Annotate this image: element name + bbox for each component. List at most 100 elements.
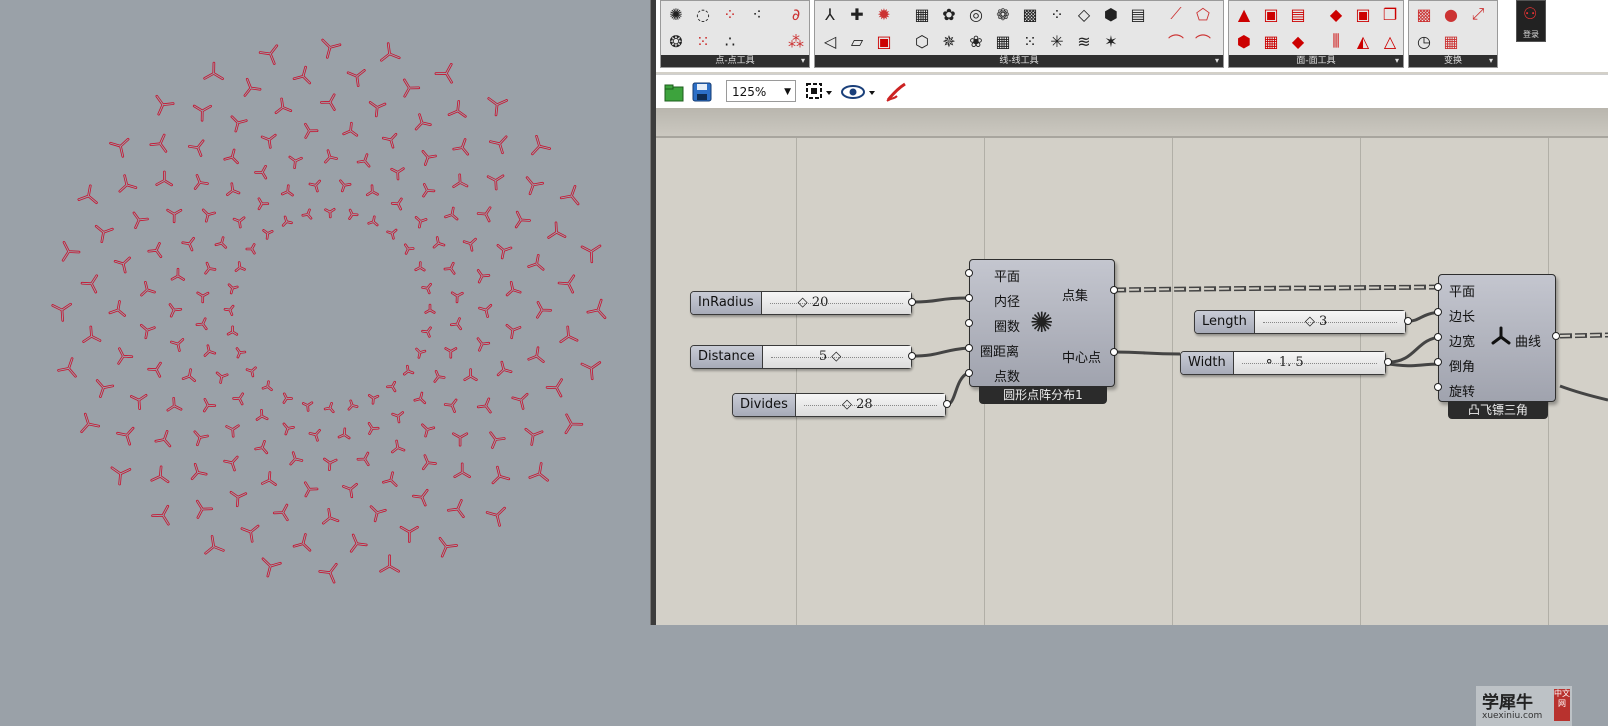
pyramid-icon[interactable]: ◭ [1352,30,1374,52]
diamond-outline-icon[interactable]: ◇ [1073,3,1095,25]
slider-track[interactable]: ◇ 20 [761,292,911,314]
port-in-width[interactable] [1434,333,1442,341]
tri-star-icon[interactable]: ⅄ [819,3,841,25]
flower-icon[interactable]: ❀ [965,30,987,52]
cross-square-icon[interactable]: ▣ [1260,3,1282,25]
frame-icon[interactable]: ▣ [1352,3,1374,25]
circle-grid-icon[interactable]: ⁙ [1019,30,1041,52]
corner-points-icon[interactable]: ∴ [719,30,741,52]
rosette-icon[interactable]: ✿ [938,3,960,25]
divides-slider[interactable]: Divides ◇ 28 [732,393,946,417]
port-in-rings[interactable] [965,319,973,327]
dot-diamond-icon[interactable]: ⁘ [1046,3,1068,25]
move-icon[interactable]: ⤢ [1467,3,1489,25]
ribbon-panel-point: ✺ ◌ ⁘ ⁖ ∂ ❂ ⁙ ∴ ⁂ 点-点工具 ▾ [660,0,810,68]
width-slider[interactable]: Width ⚬ 1. 5 [1180,351,1386,375]
port-in-plane-2[interactable] [1434,283,1442,291]
tri-shape-component[interactable]: 平面 边长 边宽 倒角 旋转 曲线 [1438,274,1556,402]
star-icon[interactable]: ✶ [1100,30,1122,52]
input-rings: 圈数 [994,320,1021,335]
save-file-icon[interactable] [690,80,714,104]
branch-icon[interactable]: ⟋ [1165,3,1187,25]
circle-array-component[interactable]: 平面 内径 圈数 圈距离 点数 点集 中心点 ✺ [969,259,1115,387]
dense-circle-icon[interactable]: ❂ [665,30,687,52]
preview-eye-icon[interactable] [840,80,880,104]
clock-icon[interactable]: ◷ [1413,30,1435,52]
port-in-fillet[interactable] [1434,358,1442,366]
slider-name: InRadius [691,292,762,314]
distance-output-port[interactable] [908,352,916,360]
rings-icon[interactable]: ◎ [965,3,987,25]
cross-icon[interactable]: ✚ [846,3,868,25]
lattice-icon[interactable]: ▦ [992,30,1014,52]
web-icon[interactable]: ✳ [1046,30,1068,52]
distance-slider[interactable]: Distance 5 ◇ [690,345,912,369]
slider-track[interactable]: ◇ 28 [795,394,945,416]
brick-icon[interactable]: ▤ [1287,3,1309,25]
slider-value: ◇ 20 [797,295,829,310]
port-in-radius[interactable] [965,294,973,302]
tri-shape-curve-inner [445,348,457,358]
inradius-slider[interactable]: InRadius ◇ 20 [690,291,912,315]
slider-track[interactable]: ◇ 3 [1254,311,1405,333]
port-in-count[interactable] [965,369,973,377]
sphere-icon[interactable]: ● [1440,3,1462,25]
grid-points-icon[interactable]: ⁘ [719,3,741,25]
tri-shape-curve-inner [167,209,182,223]
zoom-extents-icon[interactable] [804,80,834,104]
pentagon-icon[interactable]: ⬠ [1192,3,1214,25]
port-in-plane[interactable] [965,269,973,277]
mosaic-icon[interactable]: ▩ [1413,3,1435,25]
port-in-distance[interactable] [965,344,973,352]
dotted-circle-icon[interactable]: ◌ [692,3,714,25]
quad-grid-icon[interactable]: ▦ [1260,30,1282,52]
maze-icon[interactable]: ▩ [1019,3,1041,25]
port-in-rotation[interactable] [1434,383,1442,391]
width-output-port[interactable] [1384,358,1392,366]
grasshopper-canvas[interactable]: InRadius ◇ 20 Distance 5 ◇ Divides ◇ 28 … [656,138,1608,726]
open-file-icon[interactable] [662,80,686,104]
tri-shape-curve-inner [464,369,477,381]
red-grid-icon[interactable]: ⁙ [692,30,714,52]
warning-tri-icon[interactable]: △ [1379,30,1401,52]
sketch-pen-icon[interactable] [884,80,910,104]
triangle-icon[interactable]: ▲ [1233,3,1255,25]
slider-track[interactable]: ⚬ 1. 5 [1233,352,1385,374]
scatter-points-icon[interactable]: ⁖ [746,3,768,25]
length-output-port[interactable] [1404,317,1412,325]
hex-cluster-icon[interactable]: ⬢ [1100,3,1122,25]
red-square-icon[interactable]: ▣ [873,30,895,52]
arrow-tri-icon[interactable]: ◁ [819,30,841,52]
grasshopper-window: ✺ ◌ ⁘ ⁖ ∂ ❂ ⁙ ∴ ⁂ 点-点工具 ▾ ⅄ ✚ ✹ ▦ ✿ ◎ ❁ ▩… [656,0,1608,726]
diamond-icon[interactable]: ◆ [1287,30,1309,52]
gear-shape-icon[interactable]: ✹ [873,3,895,25]
slider-track[interactable]: 5 ◇ [762,346,911,368]
port-out-curve[interactable] [1552,332,1560,340]
rhino-viewport[interactable] [0,0,650,625]
stripes-icon[interactable]: ▤ [1127,3,1149,25]
dot-array-icon[interactable]: ▦ [911,3,933,25]
port-out-center[interactable] [1110,348,1118,356]
login-button[interactable]: ⚇ 登录 [1516,0,1546,42]
arc-x-icon[interactable]: ⌒ [1165,30,1187,52]
divides-output-port[interactable] [943,400,951,408]
ring-points-icon[interactable]: ✺ [665,3,687,25]
bars-icon[interactable]: ⫼ [1325,30,1347,52]
curve-point-icon[interactable]: ∂ [785,3,807,25]
inradius-output-port[interactable] [908,298,916,306]
spiral-icon[interactable]: ❁ [992,3,1014,25]
length-slider[interactable]: Length ◇ 3 [1194,310,1406,334]
layers-icon[interactable]: ❐ [1379,3,1401,25]
remove-point-icon[interactable]: ⁂ [785,30,807,52]
pinwheel-icon[interactable]: ✵ [938,30,960,52]
port-in-length[interactable] [1434,308,1442,316]
wave-lines-icon[interactable]: ≋ [1073,30,1095,52]
zoom-select[interactable]: 125% ▼ [726,80,796,102]
arc-icon[interactable]: ⌒ [1192,30,1214,52]
parallelogram-icon[interactable]: ▱ [846,30,868,52]
circles-grid-icon[interactable]: ⬢ [1233,30,1255,52]
honeycomb-icon[interactable]: ⬡ [911,30,933,52]
port-out-points[interactable] [1110,286,1118,294]
tile-grid-icon[interactable]: ▦ [1440,30,1462,52]
tilted-square-icon[interactable]: ◆ [1325,3,1347,25]
